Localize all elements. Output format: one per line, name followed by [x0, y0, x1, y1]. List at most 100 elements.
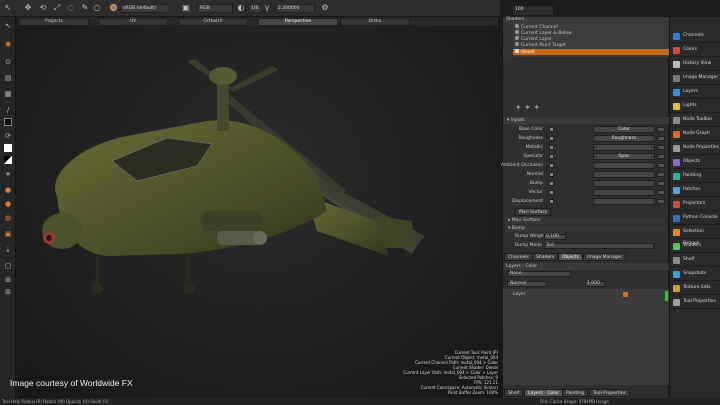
lasso-icon[interactable]: ◌ — [66, 3, 76, 13]
input-value[interactable] — [593, 171, 655, 178]
input-value[interactable] — [593, 144, 655, 151]
left-toolbar: ↖ ◉ ⊙ ▤ ▦ / ⟳ ∗ ● ● ◍ ▣ ⇣ ▢ ⊞ ⊞ — [0, 17, 16, 398]
sidebar-item-patches[interactable]: Patches — [670, 184, 720, 197]
background-color-swatch[interactable] — [3, 143, 13, 153]
bump-mode-select[interactable]: Tod — [544, 243, 654, 249]
input-value[interactable]: Spec — [593, 153, 655, 160]
channel-select[interactable]: RGB — [197, 4, 233, 13]
tab-objects[interactable]: Objects — [558, 253, 584, 261]
colorspace-select[interactable]: sRGB (default) — [120, 4, 170, 13]
tab-shelf[interactable]: Shelf — [504, 389, 524, 397]
sidebar-item-snapshots[interactable]: Snapshots — [670, 268, 720, 281]
bump-mode-label: Bump Mode — [515, 243, 542, 248]
refresh-icon[interactable]: ⟳ — [3, 131, 13, 141]
input-value[interactable] — [593, 162, 655, 169]
gradient-swatch-icon[interactable] — [3, 155, 13, 165]
paint-brush-icon[interactable] — [623, 292, 628, 297]
tile-grid-icon[interactable]: ⊞ — [3, 275, 13, 285]
circle-select-icon[interactable]: ○ — [92, 3, 102, 13]
paint-icon[interactable]: ◉ — [3, 39, 13, 49]
move-icon[interactable]: ✥ — [23, 3, 33, 13]
node-properties-icon — [673, 145, 680, 152]
input-value[interactable] — [593, 189, 655, 196]
gamma-icon[interactable]: γ — [262, 3, 272, 13]
blend-mode-select[interactable]: Normal — [507, 281, 547, 287]
blur-icon[interactable]: ∗ — [3, 169, 13, 179]
tab-mari-surface[interactable]: Mari Surface — [515, 208, 552, 216]
tab-layers-color[interactable]: Layers - Color — [524, 389, 564, 397]
tab-orthouv[interactable]: OrthoUV — [178, 18, 248, 26]
orange-sphere-icon[interactable]: ● — [3, 199, 13, 209]
opacity-field[interactable]: 1.000 — [585, 281, 605, 287]
tile-grid-2-icon[interactable]: ⊞ — [3, 287, 13, 297]
brush-size-field[interactable]: 100 — [513, 6, 553, 15]
down-arrow-icon[interactable]: ⇣ — [3, 245, 13, 255]
settings-icon[interactable]: ⚙ — [320, 3, 330, 13]
layers-channel-select[interactable]: None — [507, 271, 571, 277]
tab-painting[interactable]: Painting — [562, 389, 589, 397]
bump-weight-field[interactable]: 0.100 — [544, 234, 566, 240]
ring-icon[interactable]: ◍ — [3, 213, 13, 223]
python-icon — [673, 215, 680, 222]
grid-icon[interactable]: ▦ — [3, 89, 13, 99]
tab-ortho[interactable]: Ortho — [340, 18, 410, 26]
sidebar-item-node-toolbar[interactable]: Node Toolbar — [670, 114, 720, 127]
input-row: Vector — [503, 188, 669, 197]
sidebar-item-shelf[interactable]: Shelf — [670, 254, 720, 267]
sidebar-item-image-manager[interactable]: Image Manager — [670, 72, 720, 85]
shader-item[interactable]: Current Paint Target — [515, 42, 566, 49]
sidebar-item-objects[interactable]: Objects — [670, 156, 720, 169]
input-value[interactable]: Color — [593, 126, 655, 133]
rotate-icon[interactable]: ⟲ — [38, 3, 48, 13]
sidebar-item-layers[interactable]: Layers — [670, 86, 720, 99]
pointer-icon[interactable]: ↖ — [3, 21, 13, 31]
sidebar-item-node-properties[interactable]: Node Properties — [670, 142, 720, 155]
tab-uv[interactable]: UV — [98, 18, 168, 26]
sidebar-item-painting[interactable]: Painting — [670, 170, 720, 183]
scale-icon[interactable]: ⤢ — [52, 3, 62, 13]
input-value[interactable] — [593, 198, 655, 205]
texture-sets-icon — [673, 285, 680, 292]
sidebar-item-shaders[interactable]: Shaders — [670, 240, 720, 253]
tab-projects[interactable]: Projects — [19, 18, 89, 26]
sphere-icon[interactable]: ● — [3, 185, 13, 195]
foreground-color-swatch[interactable] — [3, 117, 13, 127]
brush-icon[interactable]: ✎ — [80, 3, 90, 13]
shader-item-selected[interactable]: diesel — [513, 49, 669, 55]
input-value[interactable] — [593, 180, 655, 187]
layer-row[interactable]: Layer — [503, 291, 669, 298]
sidebar-item-colors[interactable]: Colors — [670, 44, 720, 57]
sidebar-item-node-graph[interactable]: Node Graph — [670, 128, 720, 141]
sidebar-item-python-console[interactable]: Python Console — [670, 212, 720, 225]
sidebar-item-texture-sets[interactable]: Texture Sets — [670, 282, 720, 295]
input-value[interactable]: Roughness — [593, 135, 655, 142]
shader-action-icons[interactable]: ✦ ✦ ✦ — [515, 103, 540, 112]
color-wheel-icon[interactable] — [108, 3, 118, 13]
visibility-indicator[interactable] — [665, 291, 668, 301]
3d-viewport[interactable] — [17, 26, 501, 398]
sidebar-item-selection-groups[interactable]: Selection Groups — [670, 226, 720, 246]
viewport-tab-bar: Projects UV OrthoUV Perspective Ortho — [18, 17, 498, 26]
lut-icon[interactable]: ◐ — [236, 3, 246, 13]
projector-icon[interactable]: ▣ — [3, 229, 13, 239]
display-toggle-icon[interactable]: ▣ — [181, 3, 191, 13]
gamma-field[interactable]: 2.200000 — [275, 4, 315, 13]
section-bump[interactable]: ▾ Bump — [505, 225, 665, 232]
tab-shaders[interactable]: Shaders — [532, 253, 559, 261]
sidebar-item-history-view[interactable]: History View — [670, 58, 720, 71]
snapshot-icon[interactable]: ▢ — [3, 261, 13, 271]
section-mari-surface[interactable]: ▸ Mari Surface — [505, 217, 665, 224]
exposure-field[interactable]: 1/8 — [248, 4, 262, 13]
pen-icon[interactable]: / — [3, 105, 13, 115]
tab-tool-properties[interactable]: Tool Properties — [589, 389, 630, 397]
tab-image-manager[interactable]: Image Manager — [583, 253, 627, 261]
select-arrow-icon[interactable]: ↖ — [3, 3, 13, 13]
layers-icon[interactable]: ▤ — [3, 73, 13, 83]
tab-channels[interactable]: Channels — [504, 253, 533, 261]
sidebar-item-lights[interactable]: Lights — [670, 100, 720, 113]
sidebar-item-tool-properties[interactable]: Tool Properties — [670, 296, 720, 309]
tab-perspective[interactable]: Perspective — [258, 18, 338, 26]
sidebar-item-channels[interactable]: Channels — [670, 30, 720, 43]
stamp-icon[interactable]: ⊙ — [3, 57, 13, 67]
sidebar-item-projectors[interactable]: Projectors — [670, 198, 720, 211]
